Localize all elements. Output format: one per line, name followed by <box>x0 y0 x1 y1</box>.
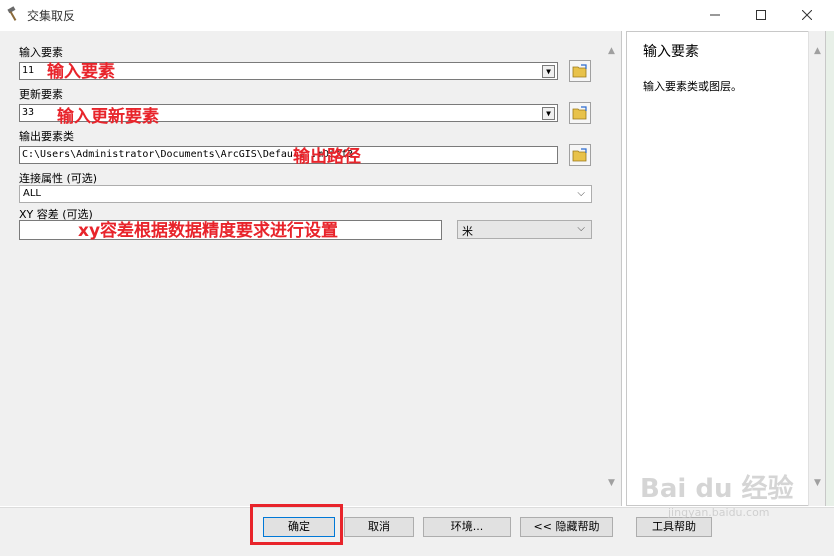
chevron-down-icon[interactable]: ▼ <box>542 65 555 78</box>
close-button[interactable] <box>784 0 830 30</box>
help-text: 输入要素类或图层。 <box>643 80 742 93</box>
update-features-label: 更新要素 <box>19 88 63 101</box>
annotation-input: 输入要素 <box>47 62 115 82</box>
output-feature-class-label: 输出要素类 <box>19 130 74 143</box>
scroll-up-icon[interactable]: ▲ <box>607 47 616 56</box>
browse-update-button[interactable] <box>569 102 591 124</box>
unit-value: 米 <box>462 225 473 238</box>
join-attributes-label: 连接属性 (可选) <box>19 172 98 185</box>
cancel-button[interactable]: 取消 <box>344 517 414 537</box>
annotation-update: 输入更新要素 <box>57 107 159 127</box>
browse-output-button[interactable] <box>569 144 591 166</box>
annotation-output: 输出路径 <box>293 147 361 167</box>
highlight-box <box>250 504 343 545</box>
help-scrollbar[interactable]: ▲ ▼ <box>808 31 825 506</box>
parameters-scrollbar[interactable]: ▲ ▼ <box>603 31 620 506</box>
join-attributes-select[interactable]: ALL ⌵ <box>19 185 592 203</box>
open-folder-icon <box>572 148 587 162</box>
help-panel: 输入要素 输入要素类或图层。 <box>626 31 826 506</box>
update-features-value: 33 <box>22 107 35 118</box>
xy-tolerance-unit-select[interactable]: 米 ⌵ <box>457 220 592 239</box>
chevron-down-icon[interactable]: ▼ <box>542 107 555 120</box>
help-title: 输入要素 <box>643 44 699 60</box>
hide-help-button[interactable]: << 隐藏帮助 <box>520 517 613 537</box>
scroll-down-icon[interactable]: ▼ <box>607 479 616 488</box>
tool-help-button[interactable]: 工具帮助 <box>636 517 712 537</box>
open-folder-icon <box>572 64 587 78</box>
window-edge <box>826 31 834 506</box>
maximize-button[interactable] <box>738 0 784 30</box>
browse-input-button[interactable] <box>569 60 591 82</box>
open-folder-icon <box>572 106 587 120</box>
hammer-icon <box>6 6 22 22</box>
environments-button[interactable]: 环境... <box>423 517 511 537</box>
annotation-xy: xy容差根据数据精度要求进行设置 <box>78 221 339 241</box>
minimize-button[interactable] <box>692 0 738 30</box>
scroll-up-icon[interactable]: ▲ <box>813 47 822 56</box>
chevron-down-icon: ⌵ <box>577 188 585 199</box>
scroll-down-icon[interactable]: ▼ <box>813 479 822 488</box>
output-path-field[interactable]: C:\Users\Administrator\Documents\ArcGIS\… <box>19 146 558 164</box>
input-features-value: 11 <box>22 65 35 76</box>
title-bar: 交集取反 <box>0 0 834 30</box>
baidu-watermark: Bai du 经验 <box>640 474 794 504</box>
join-attributes-value: ALL <box>23 188 41 199</box>
window-title: 交集取反 <box>27 9 76 23</box>
baidu-watermark-url: jingyan.baidu.com <box>668 506 770 519</box>
chevron-down-icon: ⌵ <box>577 223 585 234</box>
